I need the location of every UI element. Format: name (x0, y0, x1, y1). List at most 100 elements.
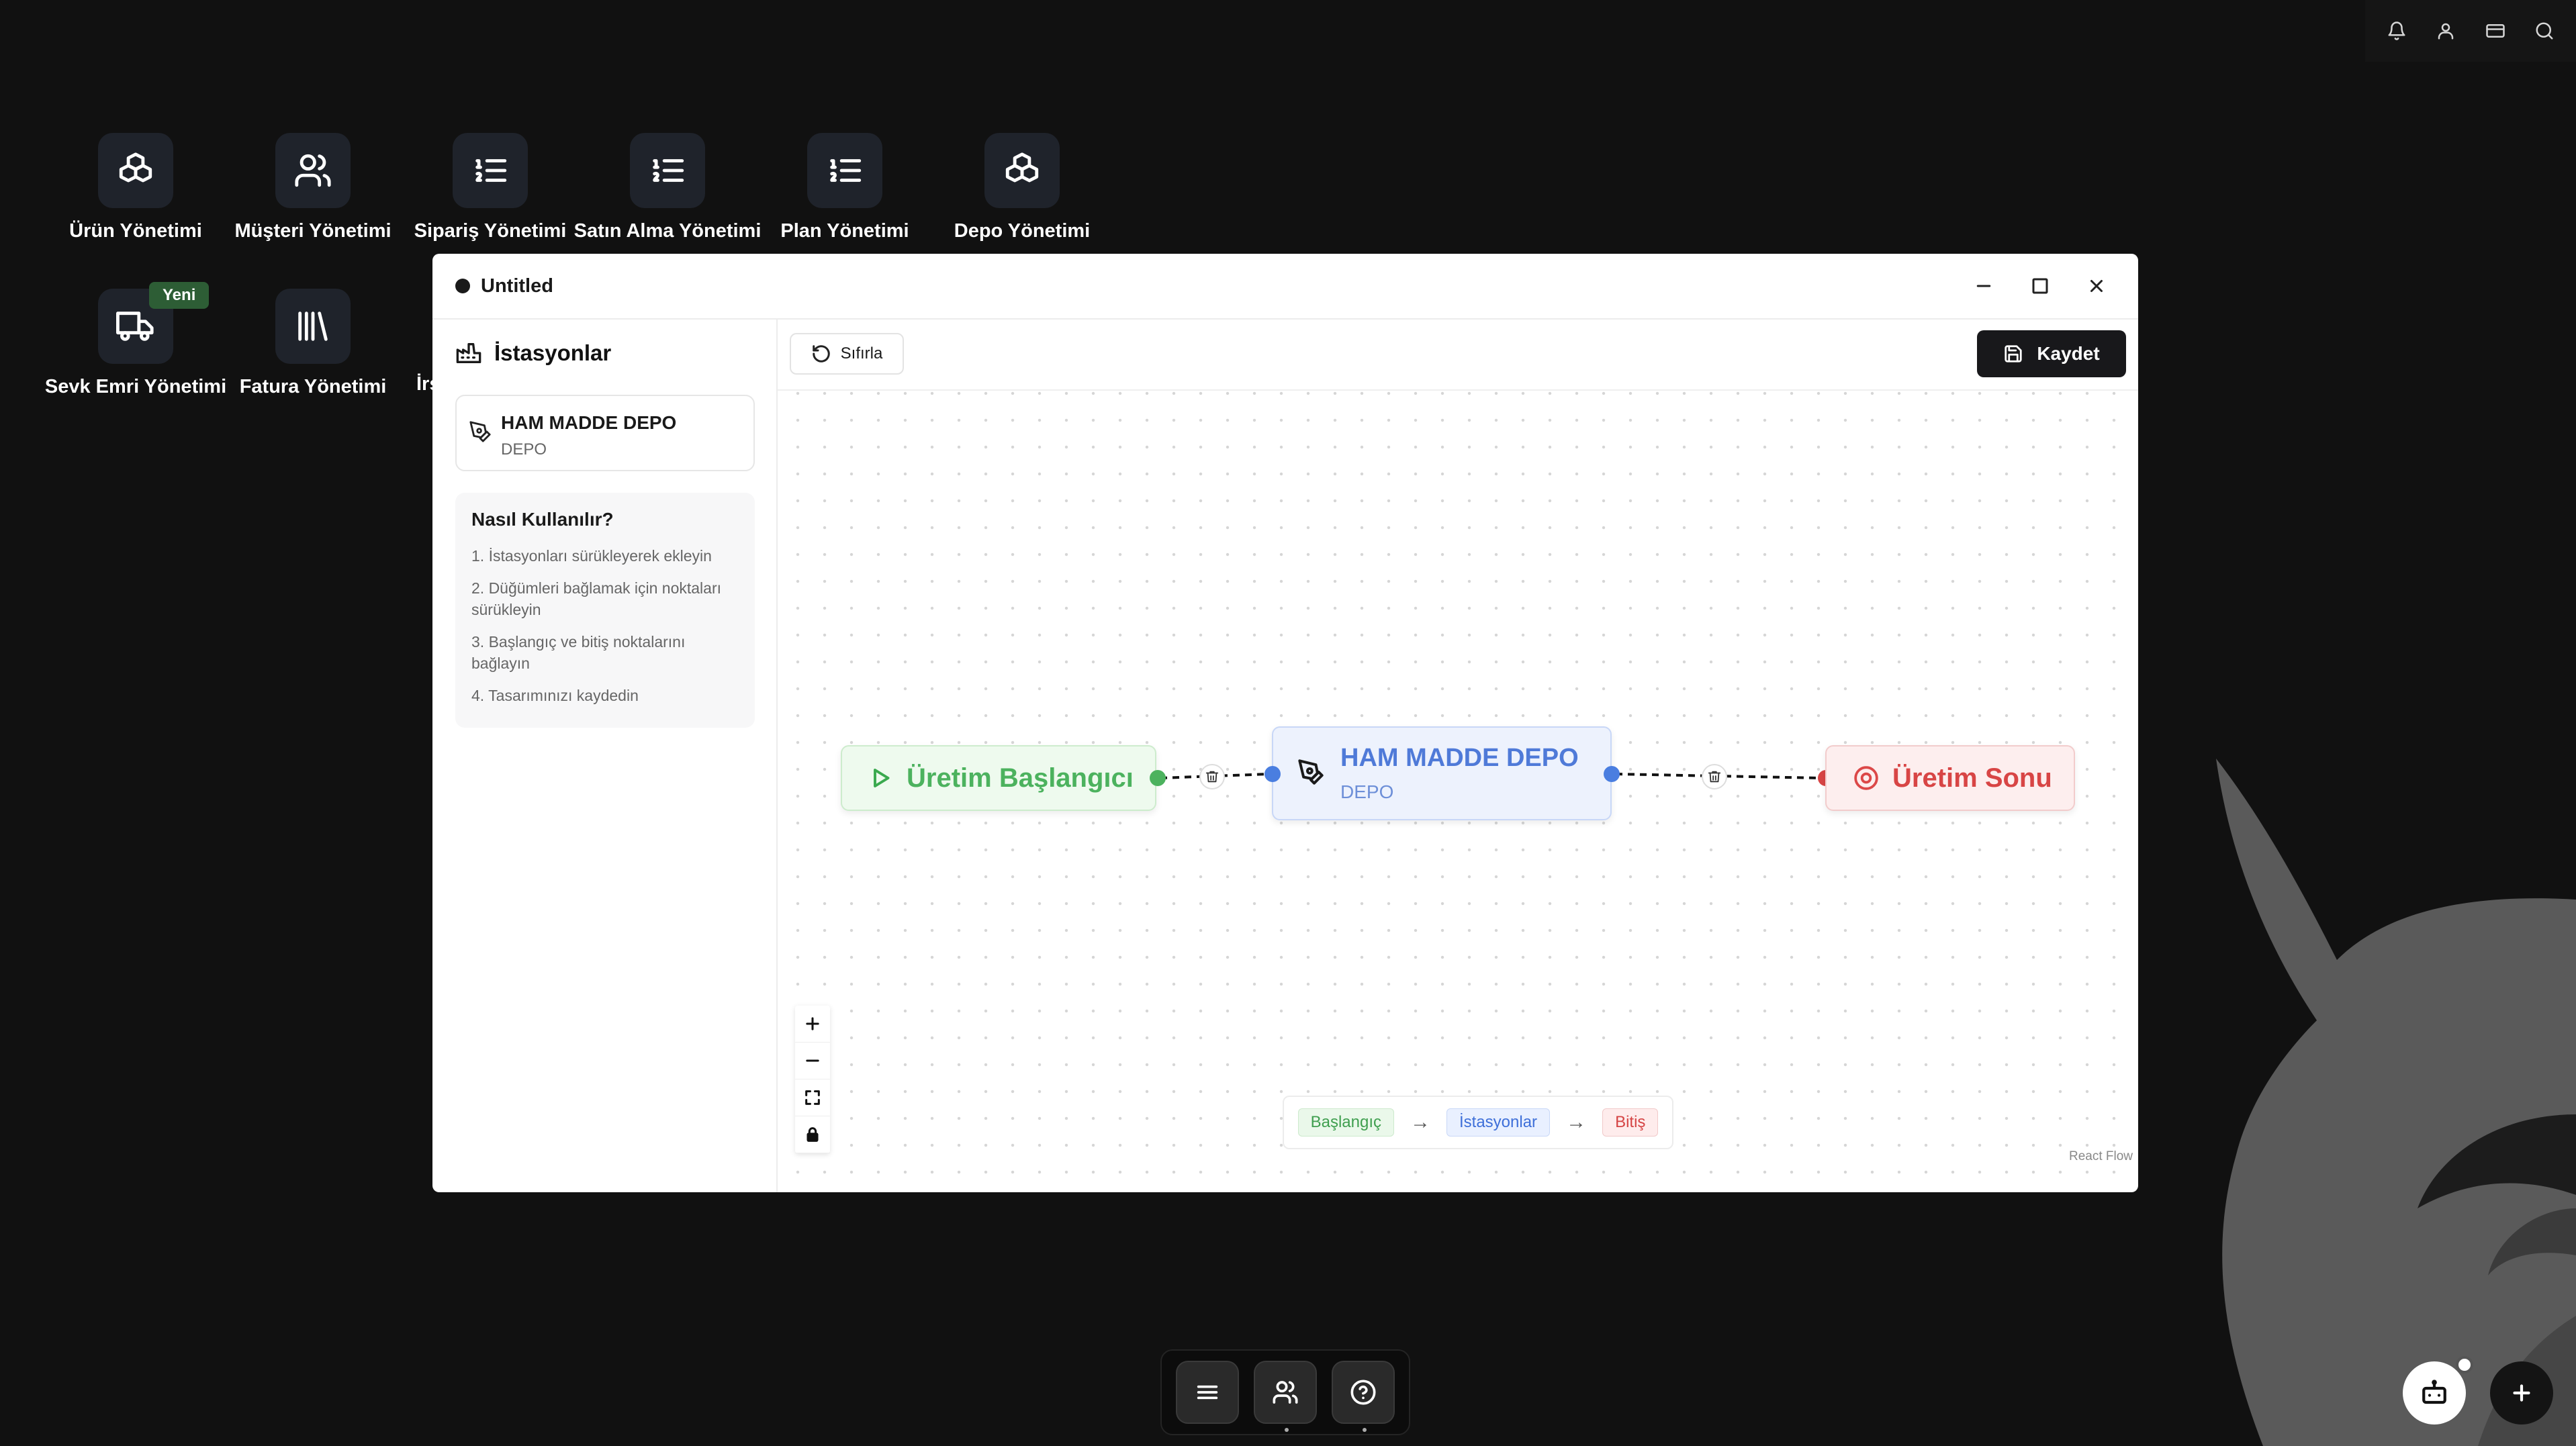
factory-icon (456, 342, 481, 363)
users-icon (275, 133, 351, 208)
station-node[interactable]: HAM MADDE DEPO DEPO (1272, 726, 1612, 820)
maximize-button[interactable] (2025, 271, 2055, 301)
station-type: DEPO (501, 440, 547, 459)
arrow-right-icon: → (1410, 1111, 1430, 1133)
bell-icon[interactable] (2382, 16, 2411, 46)
help-button[interactable] (1332, 1361, 1395, 1432)
delete-edge-button[interactable] (1702, 764, 1727, 789)
lock-icon (807, 1127, 819, 1142)
desktop-icon-musteri[interactable]: Müşteri Yönetimi (222, 133, 404, 242)
howto-panel: Nasıl Kullanılır? 1. İstasyonları sürükl… (455, 493, 755, 728)
window-titlebar[interactable]: Untitled (432, 254, 2138, 320)
designer-window: Untitled İstasyonlar HAM MADDE DEPO DEPO… (432, 254, 2138, 1192)
end-node[interactable]: Üretim Sonu (1825, 745, 2075, 811)
list-ordered-icon (807, 133, 882, 208)
station-node-type: DEPO (1340, 781, 1394, 802)
start-source-handle[interactable] (1150, 770, 1166, 786)
start-node-label: Üretim Başlangıcı (907, 763, 1134, 793)
menu-button[interactable] (1176, 1361, 1239, 1424)
desktop-icon-sevk[interactable]: Yeni Sevk Emri Yönetimi (44, 282, 227, 398)
desktop-icon-label: Ürün Yönetimi (69, 220, 202, 242)
desktop-icon-label: Fatura Yönetimi (239, 376, 387, 397)
user-icon[interactable] (2431, 16, 2460, 46)
howto-title: Nasıl Kullanılır? (471, 509, 614, 530)
legend-end: Bitiş (1602, 1108, 1659, 1137)
station-source-handle[interactable] (1604, 766, 1620, 782)
station-name: HAM MADDE DEPO (501, 412, 677, 433)
reset-button[interactable]: Sıfırla (790, 333, 904, 375)
target-icon (1854, 766, 1878, 790)
running-indicator (1285, 1428, 1289, 1432)
stations-sidebar: İstasyonlar HAM MADDE DEPO DEPO Nasıl Ku… (432, 320, 778, 1192)
boxes-icon (984, 133, 1060, 208)
howto-item: 4. Tasarımınızı kaydedin (471, 687, 639, 704)
station-target-handle[interactable] (1264, 766, 1281, 782)
howto-item: 2. Düğümleri bağlamak için noktaları sür… (471, 579, 722, 618)
truck-icon: Yeni (98, 282, 210, 364)
credit-card-icon[interactable] (2481, 16, 2510, 46)
desktop-icon-label: Satın Alma Yönetimi (573, 220, 762, 242)
zoom-in-button[interactable] (795, 1006, 830, 1043)
delete-edge-button[interactable] (1199, 764, 1225, 789)
sidebar-header: İstasyonlar (455, 340, 611, 367)
flow-canvas[interactable]: Sıfırla Kaydet Üretim Başlangıcı HAM MAD… (778, 320, 2138, 1192)
list-ordered-icon (453, 133, 528, 208)
station-item[interactable]: HAM MADDE DEPO DEPO (455, 395, 755, 471)
flow-legend: Başlangıç → İstasyonlar → Bitiş (1283, 1096, 1673, 1149)
boxes-icon (98, 133, 173, 208)
library-icon (275, 289, 351, 364)
status-dot (455, 279, 470, 293)
start-node[interactable]: Üretim Başlangıcı (841, 745, 1156, 811)
fit-view-button[interactable] (795, 1079, 830, 1116)
reset-label: Sıfırla (840, 344, 883, 363)
notification-dot (2456, 1356, 2473, 1373)
desktop-icon-siparis[interactable]: Sipariş Yönetimi (400, 133, 581, 242)
desktop-icon-label: Müşteri Yönetimi (234, 220, 392, 242)
users-button[interactable] (1254, 1361, 1317, 1432)
plus-icon (806, 1017, 819, 1030)
running-indicator (1363, 1428, 1367, 1432)
end-node-label: Üretim Sonu (1892, 763, 2052, 793)
play-icon (874, 769, 890, 787)
save-label: Kaydet (2037, 343, 2100, 364)
minimize-button[interactable] (1969, 271, 1998, 301)
sidebar-heading: İstasyonlar (494, 340, 612, 365)
legend-start: Başlangıç (1297, 1108, 1394, 1137)
lock-button[interactable] (795, 1116, 830, 1153)
zoom-controls (795, 1006, 830, 1153)
plus-icon (2513, 1384, 2530, 1402)
list-ordered-icon (630, 133, 705, 208)
react-flow-attribution[interactable]: React Flow (2069, 1149, 2133, 1164)
desktop-icon-depo[interactable]: Depo Yönetimi (931, 133, 1113, 242)
close-button[interactable] (2082, 271, 2111, 301)
howto-item: 3. Başlangıç ve bitiş noktalarını bağlay… (471, 633, 686, 672)
help-circle-icon (1350, 1380, 1376, 1405)
system-tray (2365, 0, 2576, 62)
zoom-out-button[interactable] (795, 1043, 830, 1079)
legend-stations: İstasyonlar (1446, 1108, 1551, 1137)
desktop-icon-fatura[interactable]: Fatura Yönetimi (222, 289, 404, 398)
bot-icon (2422, 1380, 2446, 1404)
desktop-icon-label: Sipariş Yönetimi (414, 220, 567, 242)
bottom-dock (1160, 1349, 1410, 1435)
desktop-icon-label: Depo Yönetimi (954, 220, 1091, 242)
save-button[interactable]: Kaydet (1977, 330, 2126, 377)
save-icon (2005, 345, 2022, 363)
minus-icon (806, 1059, 819, 1062)
assistant-bot-button[interactable] (2403, 1361, 2466, 1425)
desktop-icon-urun[interactable]: Ürün Yönetimi (45, 133, 226, 242)
menu-icon (1197, 1385, 1218, 1400)
desktop-icon-plan[interactable]: Plan Yönetimi (754, 133, 935, 242)
pen-tool-icon (469, 421, 491, 442)
howto-item: 1. İstasyonları sürükleyerek ekleyin (471, 547, 712, 565)
desktop-icon-label: Sevk Emri Yönetimi (44, 376, 227, 397)
desktop-icon-label: Plan Yönetimi (780, 220, 909, 242)
search-icon[interactable] (2530, 16, 2559, 46)
trash-icon (1708, 771, 1721, 783)
add-button[interactable] (2490, 1361, 2553, 1425)
trash-icon (1205, 771, 1219, 783)
desktop-icon-satinalma[interactable]: Satın Alma Yönetimi (574, 133, 761, 242)
window-title: Untitled (481, 275, 553, 297)
owl-watermark (2216, 759, 2576, 1446)
pen-tool-icon (1298, 759, 1324, 785)
